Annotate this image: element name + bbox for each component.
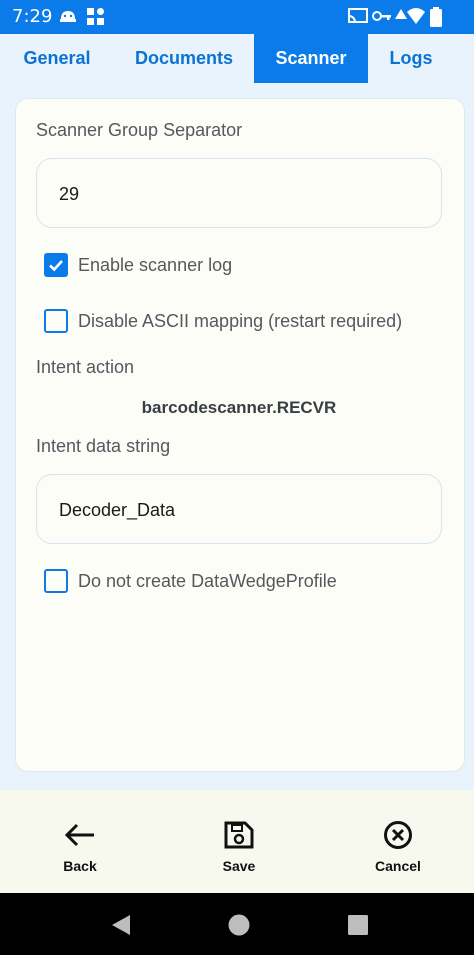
tab-documents[interactable]: Documents: [114, 34, 254, 83]
nav-home-icon[interactable]: [228, 914, 250, 936]
disable-ascii-row[interactable]: Disable ASCII mapping (restart required): [44, 309, 402, 333]
no-profile-checkbox[interactable]: [44, 569, 68, 593]
vpn-key-icon: [372, 7, 392, 29]
enable-log-checkbox[interactable]: [44, 253, 68, 277]
system-nav-bar: [0, 893, 474, 955]
intent-data-label: Intent data string: [36, 436, 171, 456]
status-bar: 7:29: [0, 0, 474, 34]
group-separator-input[interactable]: [57, 159, 421, 229]
save-icon: [224, 821, 254, 849]
wifi-icon: [406, 7, 426, 29]
back-button[interactable]: Back: [40, 820, 120, 874]
intent-action-label: Intent action: [36, 357, 135, 377]
save-label: Save: [222, 858, 256, 874]
status-time: 7:29: [12, 6, 53, 27]
cancel-label: Cancel: [375, 858, 421, 874]
nav-recents-icon[interactable]: [348, 915, 368, 935]
tab-scanner[interactable]: Scanner: [254, 34, 368, 83]
group-separator-label: Scanner Group Separator: [36, 120, 243, 140]
group-separator-field[interactable]: [36, 158, 442, 229]
tab-logs[interactable]: Logs: [368, 34, 454, 83]
cast-icon: [348, 7, 368, 29]
no-profile-row[interactable]: Do not create DataWedgeProfile: [44, 569, 337, 593]
save-button[interactable]: Save: [199, 820, 279, 874]
cancel-circle-icon: [384, 821, 412, 849]
tab-bar: General Documents Scanner Logs: [0, 34, 474, 83]
grid-app-icon: [86, 7, 106, 31]
cancel-button[interactable]: Cancel: [358, 820, 438, 874]
intent-data-input[interactable]: [57, 475, 421, 545]
tab-general[interactable]: General: [0, 34, 114, 83]
arrow-left-icon: [64, 823, 94, 847]
enable-log-label: Enable scanner log: [78, 254, 233, 275]
checkmark-icon: [49, 260, 63, 272]
no-profile-label: Do not create DataWedgeProfile: [78, 570, 337, 591]
nav-back-icon[interactable]: [110, 914, 132, 936]
intent-action-value: barcodescanner.RECVR: [141, 398, 337, 417]
battery-icon: [430, 7, 442, 31]
android-robot-icon: [58, 7, 78, 29]
disable-ascii-checkbox[interactable]: [44, 309, 68, 333]
back-label: Back: [63, 858, 97, 874]
intent-data-field[interactable]: [36, 474, 442, 545]
disable-ascii-label: Disable ASCII mapping (restart required): [78, 310, 403, 331]
enable-log-row[interactable]: Enable scanner log: [44, 253, 232, 277]
